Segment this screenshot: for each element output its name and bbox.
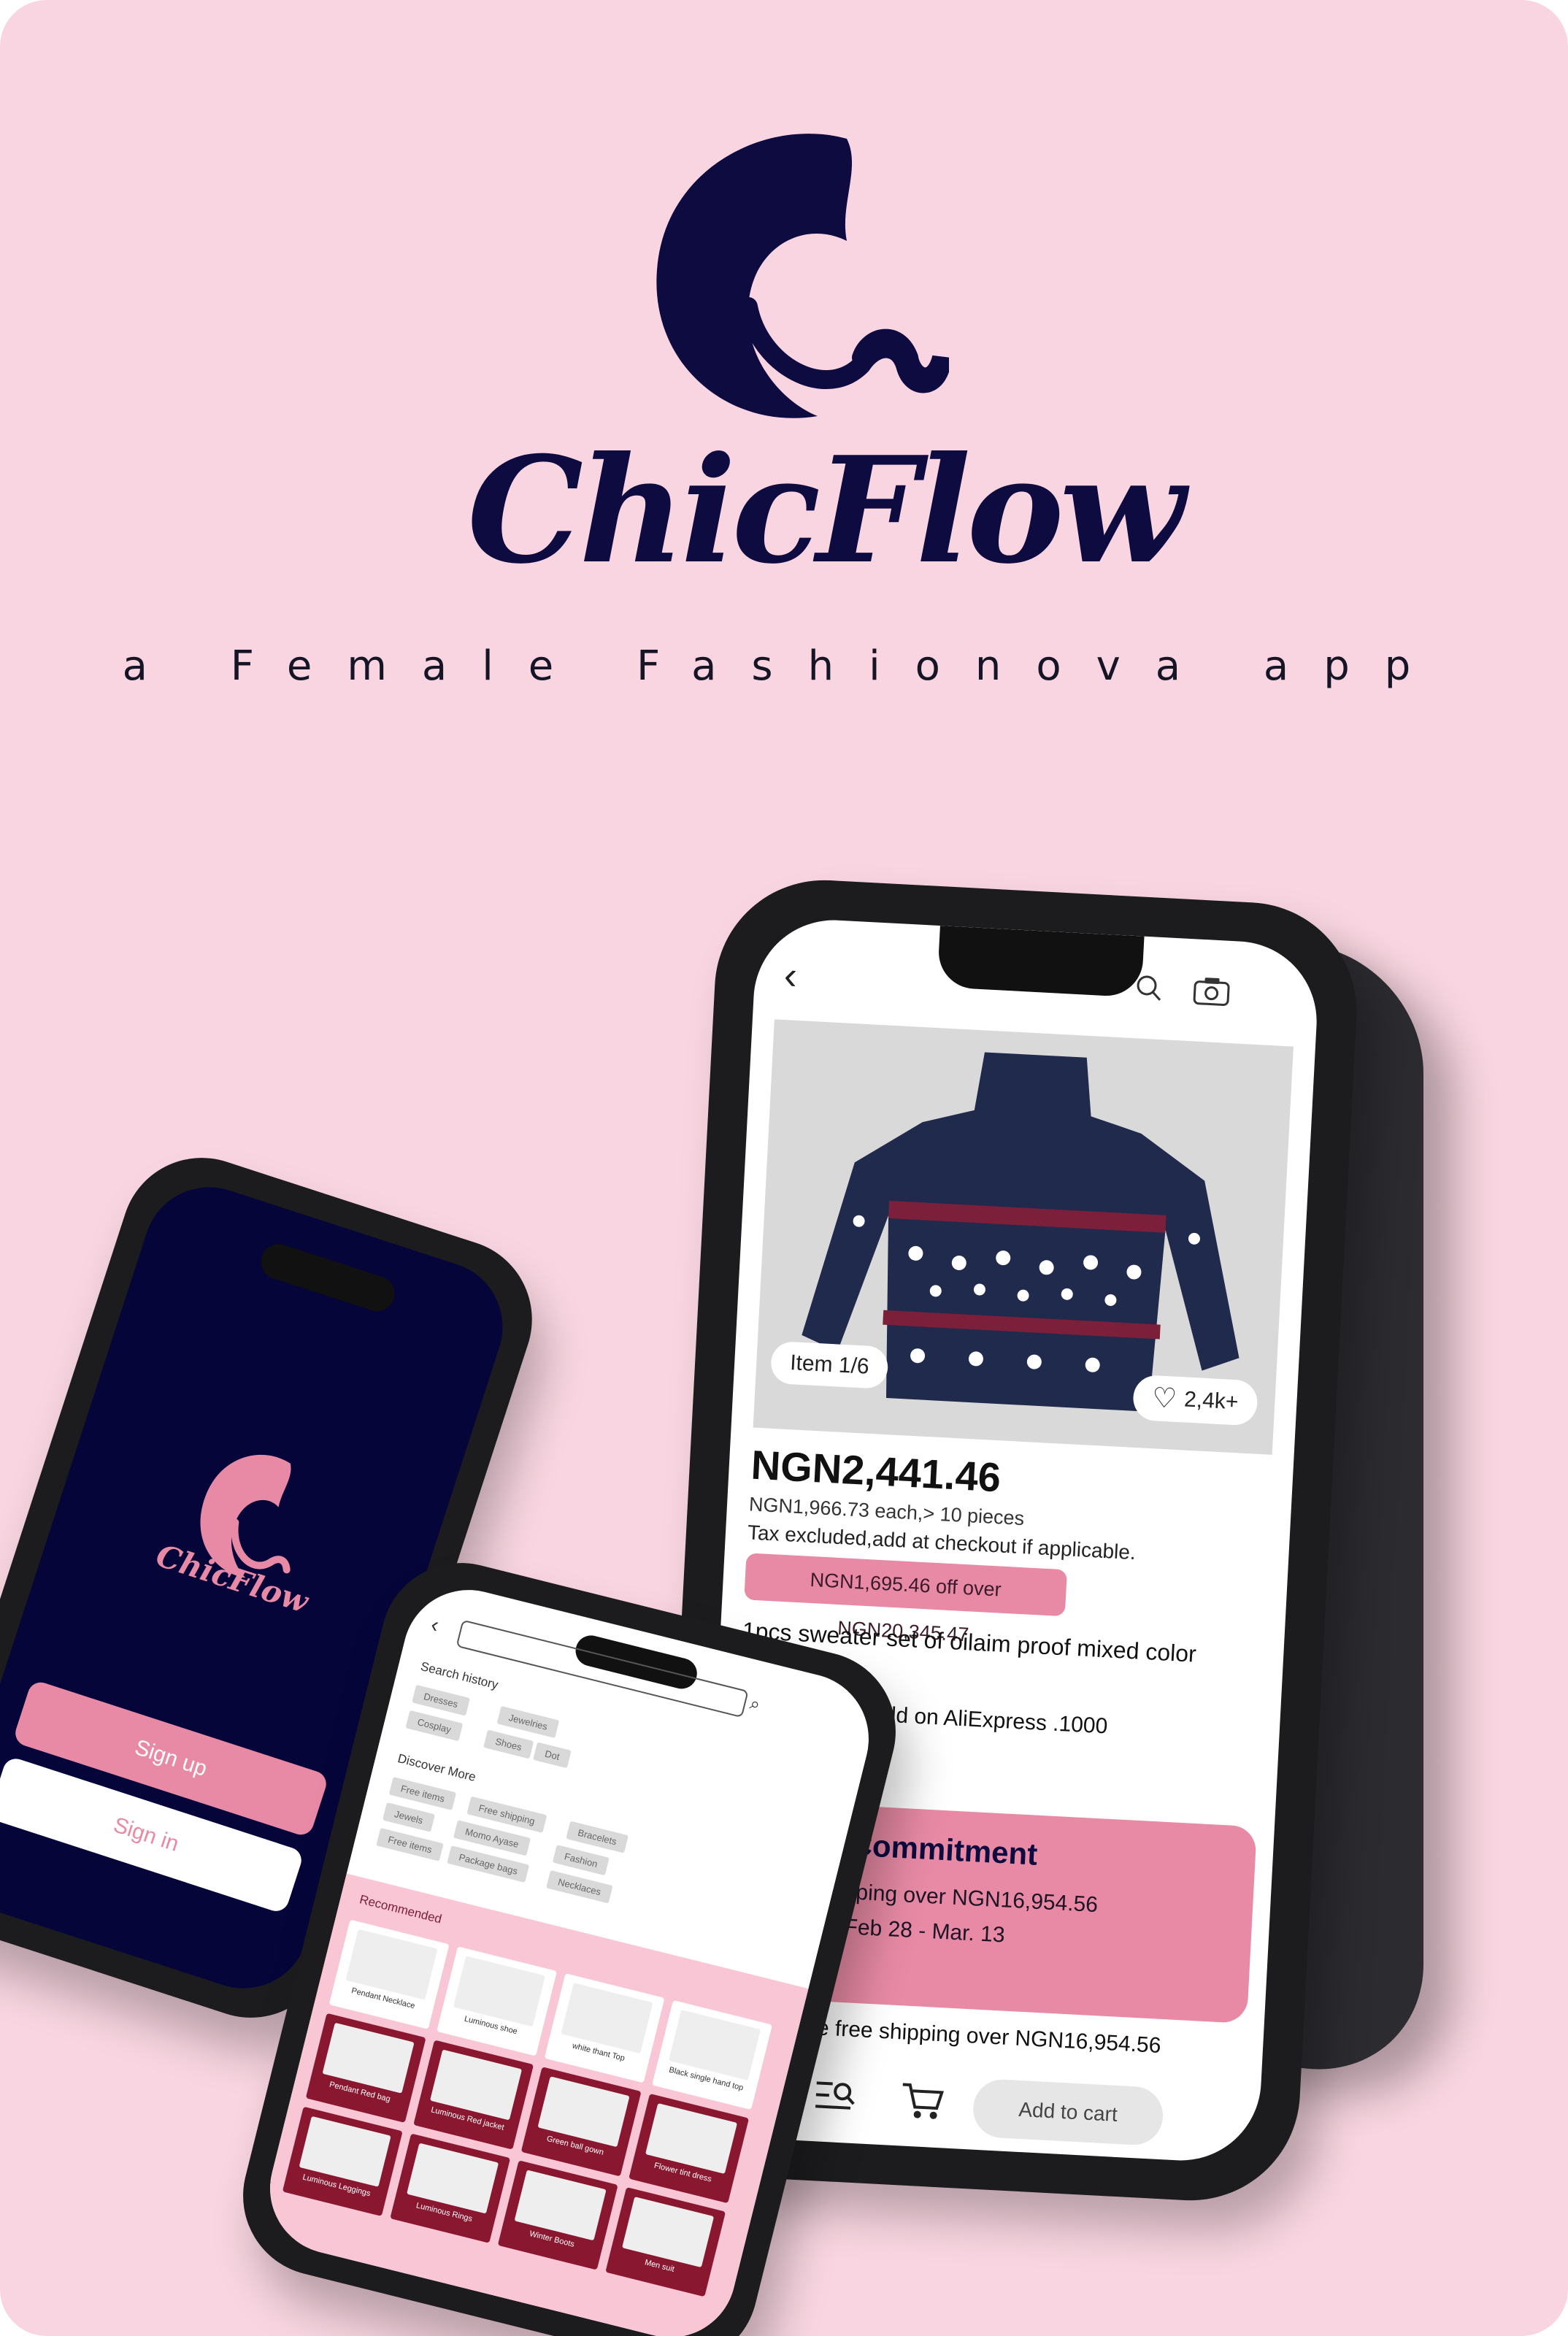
history-chip[interactable]: Dresses [412, 1684, 470, 1716]
history-chip[interactable]: Jewelries [496, 1705, 560, 1739]
discover-more-title: Discover More [396, 1751, 477, 1785]
brand-wordmark: ChicFlow [467, 425, 1185, 596]
product-card[interactable]: Luminous Red jacket [413, 2040, 534, 2150]
discover-chip[interactable]: Bracelets [566, 1821, 629, 1853]
history-chip[interactable]: Shoes [483, 1729, 534, 1759]
discover-chip[interactable]: Jewels [383, 1802, 435, 1832]
poster-background: ChicFlow a Female Fashionova app ‹ Item … [0, 0, 1568, 2336]
chevron-left-icon[interactable]: ‹ [428, 1613, 442, 1638]
search-history-title: Search history [419, 1659, 500, 1692]
dynamic-island [256, 1240, 399, 1316]
add-to-cart-button[interactable]: Add to cart [972, 2078, 1165, 2147]
image-counter-badge: Item 1/6 [769, 1340, 890, 1390]
history-chip[interactable]: Dot [533, 1742, 572, 1769]
discover-chip[interactable]: Fashion [552, 1845, 610, 1876]
camera-icon[interactable]: ⌕ [748, 1694, 763, 1716]
search-icon[interactable] [1134, 972, 1164, 1003]
discount-badge[interactable]: NGN1,695.46 off over NGN20,345.47 [744, 1553, 1068, 1645]
cart-icon[interactable] [899, 2080, 945, 2123]
like-button[interactable]: ♡ 2,4k+ [1131, 1374, 1258, 1426]
brand-tagline: a Female Fashionova app [122, 642, 1446, 690]
product-card[interactable]: Pendant Red bag [305, 2013, 426, 2123]
product-card[interactable]: Flower tint dress [629, 2093, 750, 2204]
product-card[interactable]: Green ball gown [520, 2067, 642, 2177]
history-chip[interactable]: Cosplay [405, 1710, 464, 1742]
discover-chip[interactable]: Free items [376, 1827, 445, 1862]
camera-icon[interactable] [1192, 974, 1231, 1008]
discover-chip[interactable]: Necklaces [546, 1870, 613, 1904]
product-image[interactable]: Item 1/6 ♡ 2,4k+ [753, 1019, 1294, 1455]
like-count: 2,4k+ [1183, 1387, 1240, 1415]
search-list-icon[interactable] [812, 2074, 858, 2117]
chevron-left-icon[interactable]: ‹ [783, 953, 799, 999]
heart-icon: ♡ [1151, 1383, 1178, 1415]
chicflow-logo-icon [656, 134, 949, 418]
product-price: NGN2,441.46 [750, 1441, 1002, 1501]
search-input[interactable] [456, 1619, 749, 1718]
